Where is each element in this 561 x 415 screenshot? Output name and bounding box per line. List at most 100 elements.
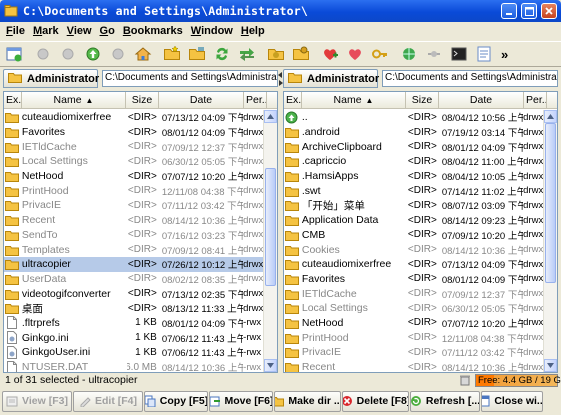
left-file-row[interactable]: PrintHood <DIR> 12/11/08 04:38 下午 drwx [4, 183, 263, 198]
left-file-row[interactable]: IETldCache <DIR> 07/09/12 12:37 下午 drwx [4, 139, 263, 154]
left-col-name[interactable]: Name ▲ [22, 92, 126, 108]
menu-file[interactable]: File [2, 25, 29, 37]
network-button[interactable] [397, 43, 421, 65]
scroll-down-icon[interactable] [544, 359, 557, 372]
left-file-row[interactable]: UserData <DIR> 08/02/12 08:35 上午 drwx [4, 272, 263, 287]
menu-view[interactable]: View [63, 25, 96, 37]
fn-view-button[interactable]: View [F3] [2, 390, 72, 412]
left-file-row[interactable]: GinkgoUser.ini 1 KB 07/06/12 11:43 上午 -rwx [4, 345, 263, 360]
fn-mkdir-button[interactable]: Make dir ... [274, 390, 341, 412]
right-col-size[interactable]: Size [406, 92, 439, 108]
right-file-row[interactable]: ArchiveClipboard <DIR> 08/01/12 04:09 下午 dr… [284, 139, 543, 154]
toolbar-overflow-button[interactable]: » [501, 47, 508, 62]
left-location-tab[interactable]: Administrator [3, 69, 99, 88]
menu-help[interactable]: Help [237, 25, 269, 37]
menu-window[interactable]: Window [187, 25, 237, 37]
right-file-row[interactable]: PrivacIE <DIR> 07/11/12 03:42 下午 drwx [284, 345, 543, 360]
add-favorite-button[interactable] [318, 43, 342, 65]
left-file-row[interactable]: Local Settings <DIR> 06/30/12 05:05 下午 drwx [4, 154, 263, 169]
left-file-row[interactable]: videotogifconverter <DIR> 07/13/12 02:35 下… [4, 286, 263, 301]
right-file-row[interactable]: PrintHood <DIR> 12/11/08 04:38 下午 drwx [284, 330, 543, 345]
right-file-row[interactable]: Application Data <DIR> 08/14/12 09:23 上午 dr… [284, 213, 543, 228]
connect-button[interactable] [422, 43, 446, 65]
right-file-row[interactable]: cuteaudiomixerfree <DIR> 07/13/12 04:09 下午… [284, 257, 543, 272]
right-scroll-thumb[interactable] [545, 123, 556, 283]
folder-settings-button[interactable] [289, 43, 313, 65]
right-location-tab[interactable]: Administrator [283, 69, 379, 88]
menu-go[interactable]: Go [96, 25, 119, 37]
right-file-row[interactable]: .. <DIR> 08/04/12 10:56 上午 drwx [284, 110, 543, 125]
menu-mark[interactable]: Mark [29, 25, 63, 37]
scroll-down-icon[interactable] [264, 359, 277, 372]
add-bookmark-button[interactable] [160, 43, 184, 65]
new-tab-button[interactable] [2, 43, 26, 65]
right-col-date[interactable]: Date [439, 92, 524, 108]
back-button[interactable] [31, 43, 55, 65]
left-file-row[interactable]: SendTo <DIR> 07/16/12 03:23 下午 drwx [4, 228, 263, 243]
fn-close-button[interactable]: Close wi... [481, 390, 543, 412]
fn-edit-button[interactable]: Edit [F4] [73, 390, 143, 412]
swap-button[interactable] [235, 43, 259, 65]
properties-button[interactable] [472, 43, 496, 65]
right-scrollbar[interactable] [543, 110, 557, 372]
right-file-row[interactable]: .capriccio <DIR> 08/04/12 11:00 上午 drwx [284, 154, 543, 169]
close-window-button[interactable] [541, 3, 557, 19]
left-file-row[interactable]: Ginkgo.ini 1 KB 07/06/12 11:43 上午 -rwx [4, 330, 263, 345]
left-col-perm[interactable]: Per... [244, 92, 267, 108]
right-col-perm[interactable]: Per... [524, 92, 547, 108]
scroll-up-icon[interactable] [544, 110, 557, 123]
right-file-row[interactable]: .swt <DIR> 07/14/12 11:02 上午 drwx [284, 183, 543, 198]
fn-copy-button[interactable]: Copy [F5] [144, 390, 208, 412]
right-file-row[interactable]: CMB <DIR> 07/09/12 10:20 上午 drwx [284, 228, 543, 243]
right-file-row[interactable]: 「开始」菜单 <DIR> 08/07/12 03:09 下午 drwx [284, 198, 543, 213]
left-scrollbar[interactable] [263, 110, 277, 372]
forward-button[interactable] [56, 43, 80, 65]
right-file-row[interactable]: Favorites <DIR> 08/01/12 04:09 下午 drwx [284, 272, 543, 287]
fn-refresh-button[interactable]: Refresh [... [410, 390, 480, 412]
right-file-row[interactable]: IETldCache <DIR> 07/09/12 12:37 下午 drwx [284, 286, 543, 301]
right-file-row[interactable]: Local Settings <DIR> 06/30/12 05:05 下午 drwx [284, 301, 543, 316]
left-file-row[interactable]: ultracopier <DIR> 07/26/12 10:12 上午 drwx [4, 256, 263, 272]
terminal-button[interactable] [447, 43, 471, 65]
left-file-row[interactable]: cuteaudiomixerfree <DIR> 07/13/12 04:09 下午… [4, 110, 263, 125]
right-file-row[interactable]: NetHood <DIR> 07/07/12 10:20 上午 drwx [284, 316, 543, 331]
right-file-row[interactable]: .HamsiApps <DIR> 08/04/12 10:05 上午 drwx [284, 169, 543, 184]
left-scroll-thumb[interactable] [265, 168, 276, 286]
left-col-ext[interactable]: Ex... [4, 92, 22, 108]
left-file-row[interactable]: NetHood <DIR> 07/07/12 10:20 上午 drwx [4, 169, 263, 184]
up-button[interactable] [81, 43, 105, 65]
right-path-input[interactable]: C:\Documents and Settings\Administrator\ [382, 70, 558, 87]
trash-icon[interactable] [459, 374, 471, 386]
home-button[interactable] [131, 43, 155, 65]
terminal-icon [451, 47, 467, 61]
left-file-row[interactable]: .fltrprefs 1 KB 08/01/12 04:09 下午 -rwx [4, 316, 263, 331]
minimize-button[interactable] [501, 3, 517, 19]
bookmark-folder-button[interactable] [264, 43, 288, 65]
left-col-size[interactable]: Size [126, 92, 159, 108]
right-file-row[interactable]: Recent <DIR> 08/14/12 10:36 上午 drwx [284, 360, 543, 372]
close-icon [482, 395, 490, 407]
key-button[interactable] [368, 43, 392, 65]
left-file-row[interactable]: Favorites <DIR> 08/01/12 04:09 下午 drwx [4, 125, 263, 140]
fn-move-button[interactable]: Move [F6] [209, 390, 273, 412]
left-col-date[interactable]: Date [159, 92, 244, 108]
left-file-row[interactable]: 桌面 <DIR> 08/13/12 11:33 上午 drwx [4, 301, 263, 316]
bookmarks-folder-button[interactable] [185, 43, 209, 65]
stop-button[interactable] [106, 43, 130, 65]
file-perm: drwx [523, 126, 544, 138]
right-file-row[interactable]: .android <DIR> 07/19/12 03:14 下午 drwx [284, 125, 543, 140]
left-file-row[interactable]: Templates <DIR> 07/09/12 08:41 上午 drwx [4, 242, 263, 257]
favorites-button[interactable] [343, 43, 367, 65]
right-col-name[interactable]: Name ▲ [302, 92, 406, 108]
left-file-row[interactable]: PrivacIE <DIR> 07/11/12 03:42 下午 drwx [4, 198, 263, 213]
right-file-row[interactable]: Cookies <DIR> 08/14/12 10:36 上午 drwx [284, 242, 543, 257]
right-col-ext[interactable]: Ex... [284, 92, 302, 108]
fn-delete-button[interactable]: Delete [F8] [342, 390, 409, 412]
sync-button[interactable] [210, 43, 234, 65]
maximize-button[interactable] [521, 3, 537, 19]
left-path-input[interactable]: C:\Documents and Settings\Administrator\ [102, 70, 278, 87]
menu-bookmarks[interactable]: Bookmarks [119, 25, 187, 37]
left-file-row[interactable]: NTUSER.DAT 6.0 MB 08/14/12 10:36 上午 -rwx [4, 360, 263, 372]
scroll-up-icon[interactable] [264, 110, 277, 123]
left-file-row[interactable]: Recent <DIR> 08/14/12 10:36 上午 drwx [4, 213, 263, 228]
